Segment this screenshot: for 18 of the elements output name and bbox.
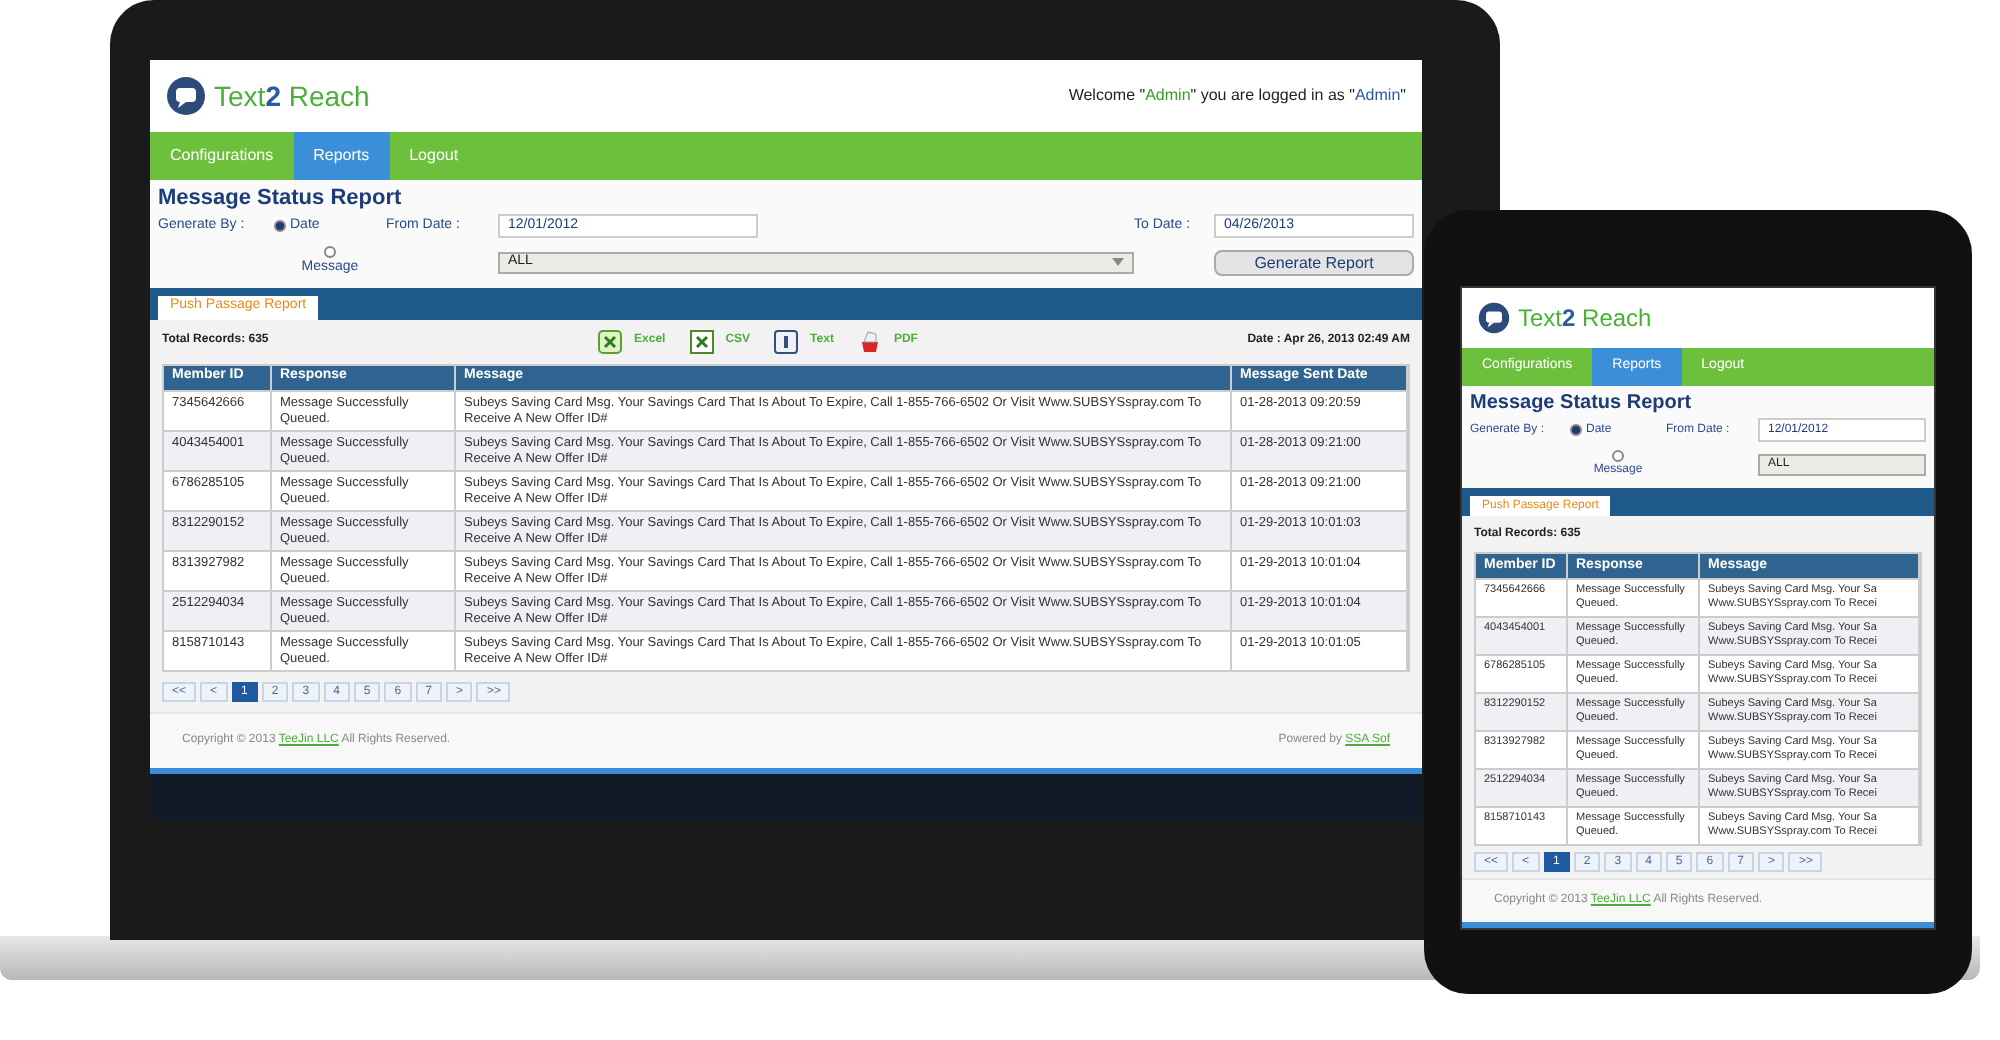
- spreadsheet-icon: [689, 329, 714, 353]
- page-title: Message Status Report: [158, 188, 404, 210]
- nav-tab[interactable]: Reports: [293, 132, 390, 180]
- generate-report-button[interactable]: Generate Report: [1214, 249, 1414, 276]
- chat-bubble-icon: [166, 76, 206, 116]
- welcome-text: Welcome "Admin" you are logged in as "Admin": [1068, 84, 1406, 108]
- logo-text: Text2 Reach: [214, 77, 370, 115]
- document-icon: [857, 329, 882, 353]
- spreadsheet-icon: [598, 329, 623, 353]
- radio-button[interactable]: [324, 246, 336, 258]
- caret-icon: [1112, 258, 1124, 267]
- page-title: Message Status Report: [1470, 394, 1694, 415]
- radio-button[interactable]: [1612, 450, 1624, 463]
- logo-text: Text2 Reach: [1518, 301, 1652, 336]
- chat-bubble-icon: [1478, 301, 1510, 334]
- radio-button[interactable]: [274, 220, 286, 232]
- radio-button[interactable]: [1570, 424, 1582, 437]
- document-icon: [774, 329, 799, 353]
